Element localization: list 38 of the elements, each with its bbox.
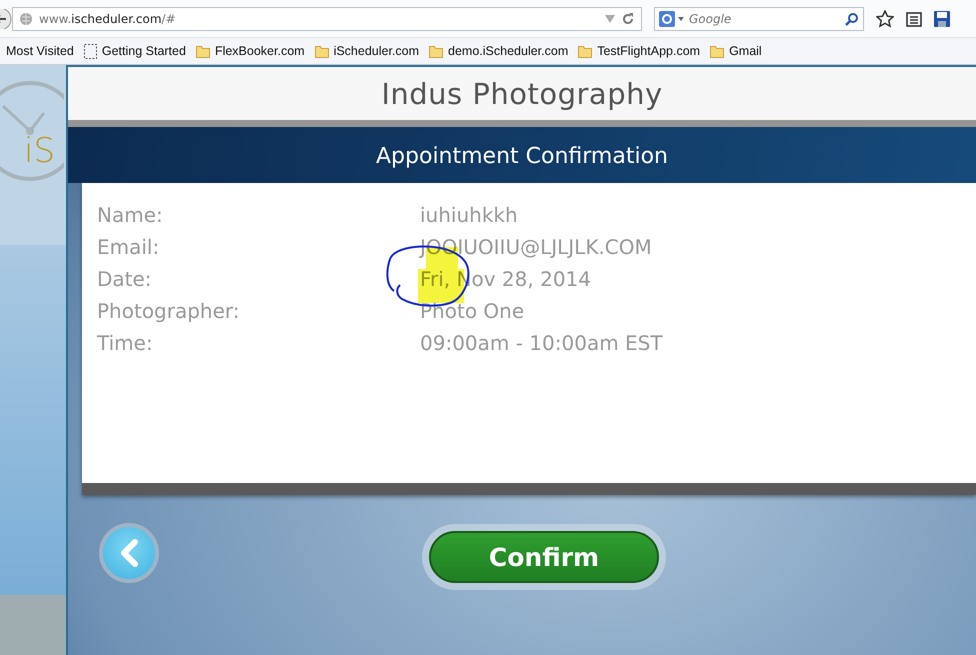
field-value: iuhiuhkkh (420, 203, 519, 227)
field-label: Photographer: (97, 299, 241, 323)
field-label: Name: (97, 203, 164, 227)
chevron-left-icon (119, 539, 139, 567)
bookmark[interactable]: Most Visited (6, 44, 74, 58)
field-label: Date: (97, 267, 153, 291)
field-label: Time: (97, 331, 154, 355)
back-icon[interactable] (0, 8, 12, 28)
bookmark[interactable]: Gmail (710, 44, 762, 58)
search-icon[interactable] (845, 12, 859, 26)
reload-icon[interactable] (621, 12, 635, 26)
bookmark[interactable]: TestFlightApp.com (578, 44, 700, 58)
field-label: Email: (97, 235, 160, 259)
field-value: Photo One (420, 299, 526, 323)
page-icon (84, 44, 97, 58)
logo-text: iS (24, 131, 56, 171)
folder-icon (710, 44, 724, 58)
bookmark[interactable]: FlexBooker.com (196, 44, 305, 58)
star-icon[interactable] (876, 10, 894, 28)
bookmark[interactable]: demo.iScheduler.com (429, 44, 568, 58)
field-value: 09:00am - 10:00am EST (420, 331, 664, 355)
search-engine-icon[interactable] (659, 10, 685, 26)
confirm-button[interactable]: Confirm (429, 531, 659, 583)
business-title: Indus Photography (68, 67, 976, 127)
reading-list-icon[interactable] (906, 10, 922, 26)
folder-icon (314, 44, 329, 58)
address-bar[interactable]: www.ischeduler.com/# (12, 6, 642, 30)
field-value: JOOIUOIIU@LJLJLK.COM (420, 235, 653, 259)
bookmark[interactable]: iScheduler.com (314, 44, 420, 58)
search-bar[interactable]: Google (654, 6, 864, 30)
folder-icon (578, 44, 592, 58)
folder-icon (429, 44, 444, 58)
url-text: www.ischeduler.com/# (39, 12, 177, 26)
folder-icon (196, 44, 210, 58)
globe-icon (19, 12, 33, 26)
page-heading: Appointment Confirmation (376, 144, 668, 169)
save-icon[interactable] (934, 10, 950, 26)
bookmark[interactable]: Getting Started (84, 44, 186, 58)
